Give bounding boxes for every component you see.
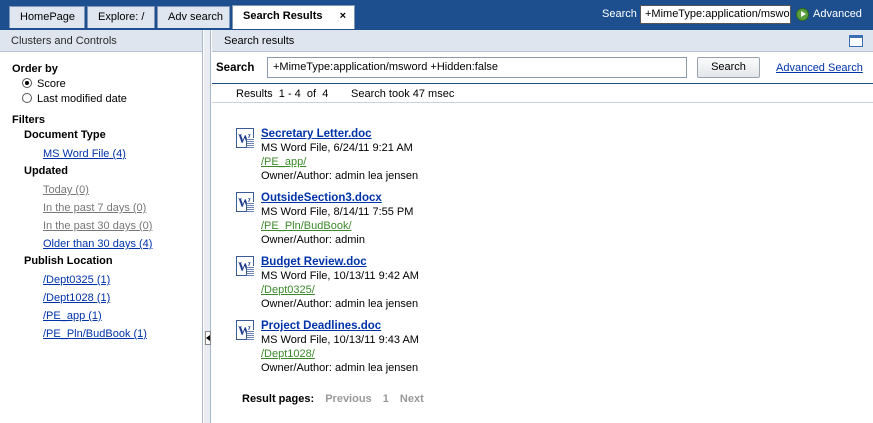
tab-label: HomePage xyxy=(20,11,76,23)
collapse-arrow-icon[interactable] xyxy=(205,331,211,345)
pager-page-number[interactable]: 1 xyxy=(383,393,389,405)
updated-heading: Updated xyxy=(24,165,68,177)
filter-past-30-days[interactable]: In the past 30 days (0) xyxy=(43,220,152,232)
result-owner: Owner/Author: admin lea jensen xyxy=(261,362,419,374)
word-doc-icon xyxy=(236,128,254,148)
tab-homepage[interactable]: HomePage xyxy=(9,6,85,28)
radio-selected-icon[interactable] xyxy=(22,78,32,88)
search-results-panel: Search results Search +MimeType:applicat… xyxy=(212,30,873,423)
result-meta: MS Word File, 8/14/11 7:55 PM xyxy=(261,206,414,218)
tab-search-results[interactable]: Search Results × xyxy=(232,5,355,29)
filter-ms-word[interactable]: MS Word File (4) xyxy=(43,148,126,160)
top-search-label: Search xyxy=(602,8,637,20)
result-path[interactable]: /Dept1028/ xyxy=(261,348,315,360)
order-option-score[interactable]: Score xyxy=(22,78,66,90)
result-title[interactable]: Project Deadlines.doc xyxy=(261,320,381,332)
filter-dept1028[interactable]: /Dept1028 (1) xyxy=(43,292,110,304)
word-doc-icon xyxy=(236,192,254,212)
advanced-search-link[interactable]: Advanced Search xyxy=(776,62,863,74)
filters-heading: Filters xyxy=(12,114,46,126)
filter-today[interactable]: Today (0) xyxy=(43,184,89,196)
publish-location-heading: Publish Location xyxy=(24,255,113,267)
result-path[interactable]: /PE_Pln/BudBook/ xyxy=(261,220,352,232)
results-count: Results 1 - 4 of 4 xyxy=(236,88,329,100)
filter-dept0325[interactable]: /Dept0325 (1) xyxy=(43,274,110,286)
pager-previous[interactable]: Previous xyxy=(325,393,371,405)
search-input[interactable]: +MimeType:application/msword +Hidden:fal… xyxy=(267,57,687,78)
tab-label: Search Results xyxy=(243,10,323,22)
tab-adv-search[interactable]: Adv search xyxy=(157,6,230,28)
result-meta: MS Word File, 10/13/11 9:43 AM xyxy=(261,334,419,346)
radio-icon[interactable] xyxy=(22,93,32,103)
tab-label: Adv search xyxy=(168,11,224,23)
word-doc-icon xyxy=(236,256,254,276)
filter-past-7-days[interactable]: In the past 7 days (0) xyxy=(43,202,146,214)
filter-pe-pln-budbook[interactable]: /PE_Pln/BudBook (1) xyxy=(43,328,147,340)
filter-older-30-days[interactable]: Older than 30 days (4) xyxy=(43,238,152,250)
order-option-label: Last modified date xyxy=(37,93,127,105)
maximize-icon[interactable] xyxy=(849,35,863,47)
result-title[interactable]: OutsideSection3.docx xyxy=(261,192,382,204)
order-option-label: Score xyxy=(37,78,66,90)
result-title[interactable]: Budget Review.doc xyxy=(261,256,367,268)
result-path[interactable]: /PE_app/ xyxy=(261,156,306,168)
order-option-date[interactable]: Last modified date xyxy=(22,93,127,105)
result-path[interactable]: /Dept0325/ xyxy=(261,284,315,296)
result-meta: MS Word File, 10/13/11 9:42 AM xyxy=(261,270,419,282)
results-time: Search took 47 msec xyxy=(351,88,455,100)
document-type-heading: Document Type xyxy=(24,129,106,141)
tab-label: Explore: / xyxy=(98,11,145,23)
result-meta: MS Word File, 6/24/11 9:21 AM xyxy=(261,142,413,154)
pager-label: Result pages: xyxy=(242,393,315,405)
search-button[interactable]: Search xyxy=(697,57,760,78)
order-by-heading: Order by xyxy=(12,63,58,75)
result-owner: Owner/Author: admin xyxy=(261,234,365,246)
result-title[interactable]: Secretary Letter.doc xyxy=(261,128,372,140)
tab-explore[interactable]: Explore: / xyxy=(87,6,155,28)
result-pager: Result pages: Previous 1 Next xyxy=(242,393,432,405)
clusters-panel: Clusters and Controls Order by Score Las… xyxy=(0,30,203,423)
result-owner: Owner/Author: admin lea jensen xyxy=(261,298,419,310)
result-owner: Owner/Author: admin lea jensen xyxy=(261,170,419,182)
pager-next[interactable]: Next xyxy=(400,393,424,405)
filter-pe-app[interactable]: /PE_app (1) xyxy=(43,310,102,322)
search-results-header: Search results xyxy=(212,30,873,52)
close-icon[interactable]: × xyxy=(340,6,346,26)
top-tab-bar: HomePage Explore: / Adv search Search Re… xyxy=(0,0,873,30)
clusters-header: Clusters and Controls xyxy=(0,30,202,52)
results-summary-bar: Results 1 - 4 of 4 Search took 47 msec xyxy=(212,83,873,103)
top-search-input[interactable]: +MimeType:application/msword xyxy=(640,5,791,24)
search-label: Search xyxy=(216,62,255,74)
word-doc-icon xyxy=(236,320,254,340)
panel-splitter[interactable] xyxy=(204,30,211,423)
play-icon[interactable] xyxy=(796,8,809,21)
advanced-link[interactable]: Advanced xyxy=(813,8,862,20)
